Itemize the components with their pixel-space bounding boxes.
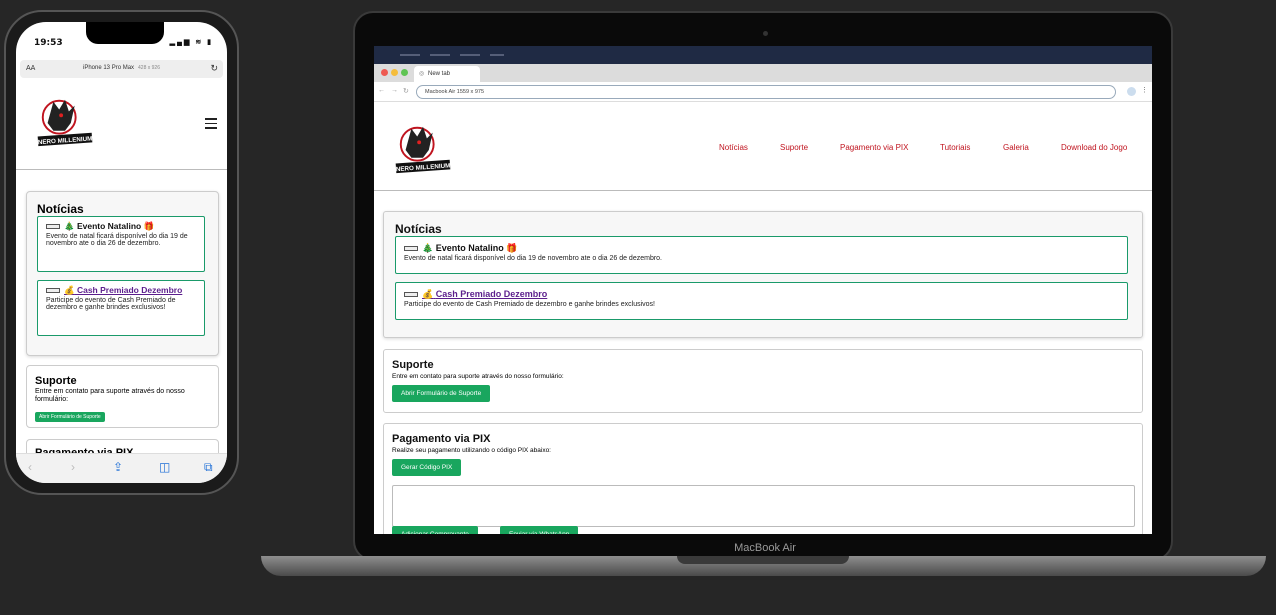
- forward-arrow-icon[interactable]: →: [391, 87, 398, 94]
- pix-code-textarea[interactable]: [392, 485, 1135, 527]
- news-item-title-link[interactable]: 💰 Cash Premiado Dezembro: [46, 285, 196, 296]
- nav-suporte[interactable]: Suporte: [780, 143, 808, 152]
- news-heading: Notícias: [395, 222, 442, 236]
- phone-device-name: iPhone 13 Pro Max: [83, 65, 135, 71]
- macbook-label: MacBook Air: [734, 542, 796, 554]
- phone-time: 19:53: [34, 38, 63, 48]
- menu-item[interactable]: [460, 54, 480, 56]
- nav-galeria[interactable]: Galeria: [1003, 143, 1029, 152]
- generate-pix-code-button[interactable]: Gerar Código PIX: [392, 459, 462, 476]
- phone-site-header: NERO MILLENIUM: [16, 84, 227, 170]
- site-header: NERO MILLENIUM Notícias Suporte Pagament…: [374, 103, 1152, 191]
- support-heading: Suporte: [392, 359, 434, 371]
- pix-section: Pagamento via PIX Realize seu pagamento …: [383, 423, 1143, 534]
- news-item: 💰 Cash Premiado Dezembro Participe do ev…: [37, 280, 205, 336]
- maximize-window-icon[interactable]: [401, 69, 408, 76]
- close-window-icon[interactable]: [381, 69, 388, 76]
- phone-device-size: 428 x 926: [138, 65, 160, 71]
- news-item: 🎄 Evento Natalino 🎁 Evento de natal fica…: [395, 236, 1128, 274]
- news-item: 🎄 Evento Natalino 🎁 Evento de natal fica…: [37, 216, 205, 272]
- iphone-mockup: 19:53 ▂▄▆ ≋ ▮ AA iPhone 13 Pro Max 428 x …: [4, 10, 239, 495]
- share-icon[interactable]: ⇪: [113, 460, 123, 474]
- news-section: Notícias 🎄 Evento Natalino 🎁 Evento de n…: [26, 191, 219, 356]
- reload-icon[interactable]: ↻: [210, 63, 218, 74]
- support-section: Suporte Entre em contato para suporte at…: [383, 349, 1143, 413]
- news-item-title: 🎄 Evento Natalino 🎁: [404, 243, 1119, 254]
- phone-screen: 19:53 ▂▄▆ ≋ ▮ AA iPhone 13 Pro Max 428 x …: [16, 22, 227, 483]
- browser-tab-bar: ◎ New tab: [374, 64, 1152, 82]
- phone-address-bar[interactable]: AA iPhone 13 Pro Max 428 x 926 ↻: [20, 60, 223, 78]
- site-logo[interactable]: NERO MILLENIUM: [36, 94, 94, 152]
- laptop-screen: ◎ New tab ← → ↻ Macbook Air 1559 x 975 ⋮…: [374, 46, 1152, 534]
- news-section: Notícias 🎄 Evento Natalino 🎁 Evento de n…: [383, 211, 1143, 338]
- news-item-title-link[interactable]: 💰 Cash Premiado Dezembro: [404, 289, 1119, 300]
- nav-download-jogo[interactable]: Download do Jogo: [1061, 143, 1127, 152]
- globe-icon: ◎: [419, 71, 425, 77]
- menu-item[interactable]: [430, 54, 450, 56]
- signal-wifi-battery-icon: ▂▄▆ ≋ ▮: [169, 39, 213, 46]
- pix-heading: Pagamento via PIX: [392, 433, 491, 445]
- new-badge-icon: [404, 292, 418, 298]
- browser-address-bar: ← → ↻ Macbook Air 1559 x 975 ⋮: [374, 82, 1152, 102]
- back-arrow-icon[interactable]: ←: [378, 87, 385, 94]
- hamburger-menu-icon[interactable]: [205, 118, 217, 130]
- more-options-icon[interactable]: ⋮: [1141, 86, 1148, 94]
- news-item: 💰 Cash Premiado Dezembro Participe do ev…: [395, 282, 1128, 320]
- phone-safari-toolbar: ‹ › ⇪ ◫ ⧉: [16, 453, 227, 483]
- nav-pagamento-pix[interactable]: Pagamento via PIX: [840, 143, 908, 152]
- new-badge-icon: [46, 288, 60, 294]
- macbook-notch: [677, 556, 849, 564]
- extension-icon[interactable]: [1127, 87, 1136, 96]
- phone-notch: [86, 22, 164, 44]
- news-item-text: Evento de natal ficará disponível do dia…: [46, 233, 188, 247]
- menu-item[interactable]: [490, 54, 504, 56]
- menu-item[interactable]: [400, 54, 420, 56]
- reload-icon[interactable]: ↻: [403, 87, 409, 95]
- mac-menu-bar: [374, 46, 1152, 64]
- back-icon[interactable]: ‹: [28, 460, 32, 474]
- support-text: Entre em contato para suporte através do…: [392, 373, 564, 380]
- camera-dot: [763, 31, 768, 36]
- new-badge-icon: [404, 246, 418, 252]
- news-item-text: Participe do evento de Cash Premiado de …: [46, 297, 176, 311]
- url-input[interactable]: Macbook Air 1559 x 975: [416, 85, 1116, 99]
- tab-title: New tab: [428, 71, 451, 77]
- new-badge-icon: [46, 224, 60, 230]
- add-receipt-button[interactable]: Adicionar Comprovante: [392, 526, 478, 534]
- news-item-text: Evento de natal ficará disponível do dia…: [404, 255, 663, 262]
- news-item-text: Participe do evento de Cash Premiado de …: [404, 301, 655, 308]
- pix-text: Realize seu pagamento utilizando o códig…: [392, 447, 551, 454]
- bookmarks-icon[interactable]: ◫: [159, 460, 170, 474]
- support-heading: Suporte: [35, 375, 77, 387]
- nav-noticias[interactable]: Notícias: [719, 143, 748, 152]
- site-logo[interactable]: NERO MILLENIUM: [394, 121, 452, 179]
- nav-tutoriais[interactable]: Tutoriais: [940, 143, 970, 152]
- news-item-title: 🎄 Evento Natalino 🎁: [46, 221, 196, 232]
- forward-icon[interactable]: ›: [71, 460, 75, 474]
- phone-url: iPhone 13 Pro Max 428 x 926: [20, 65, 223, 71]
- open-support-form-button[interactable]: Abrir Formulário de Suporte: [392, 385, 491, 402]
- open-support-form-button[interactable]: Abrir Formulário de Suporte: [35, 411, 105, 422]
- minimize-window-icon[interactable]: [391, 69, 398, 76]
- news-heading: Notícias: [37, 202, 84, 216]
- browser-tab[interactable]: ◎ New tab: [414, 66, 480, 82]
- support-text: Entre em contato para suporte através do…: [35, 388, 185, 404]
- support-section: Suporte Entre em contato para suporte at…: [26, 365, 219, 428]
- send-whatsapp-button[interactable]: Enviar via WhatsApp: [500, 526, 579, 534]
- tabs-icon[interactable]: ⧉: [204, 460, 213, 475]
